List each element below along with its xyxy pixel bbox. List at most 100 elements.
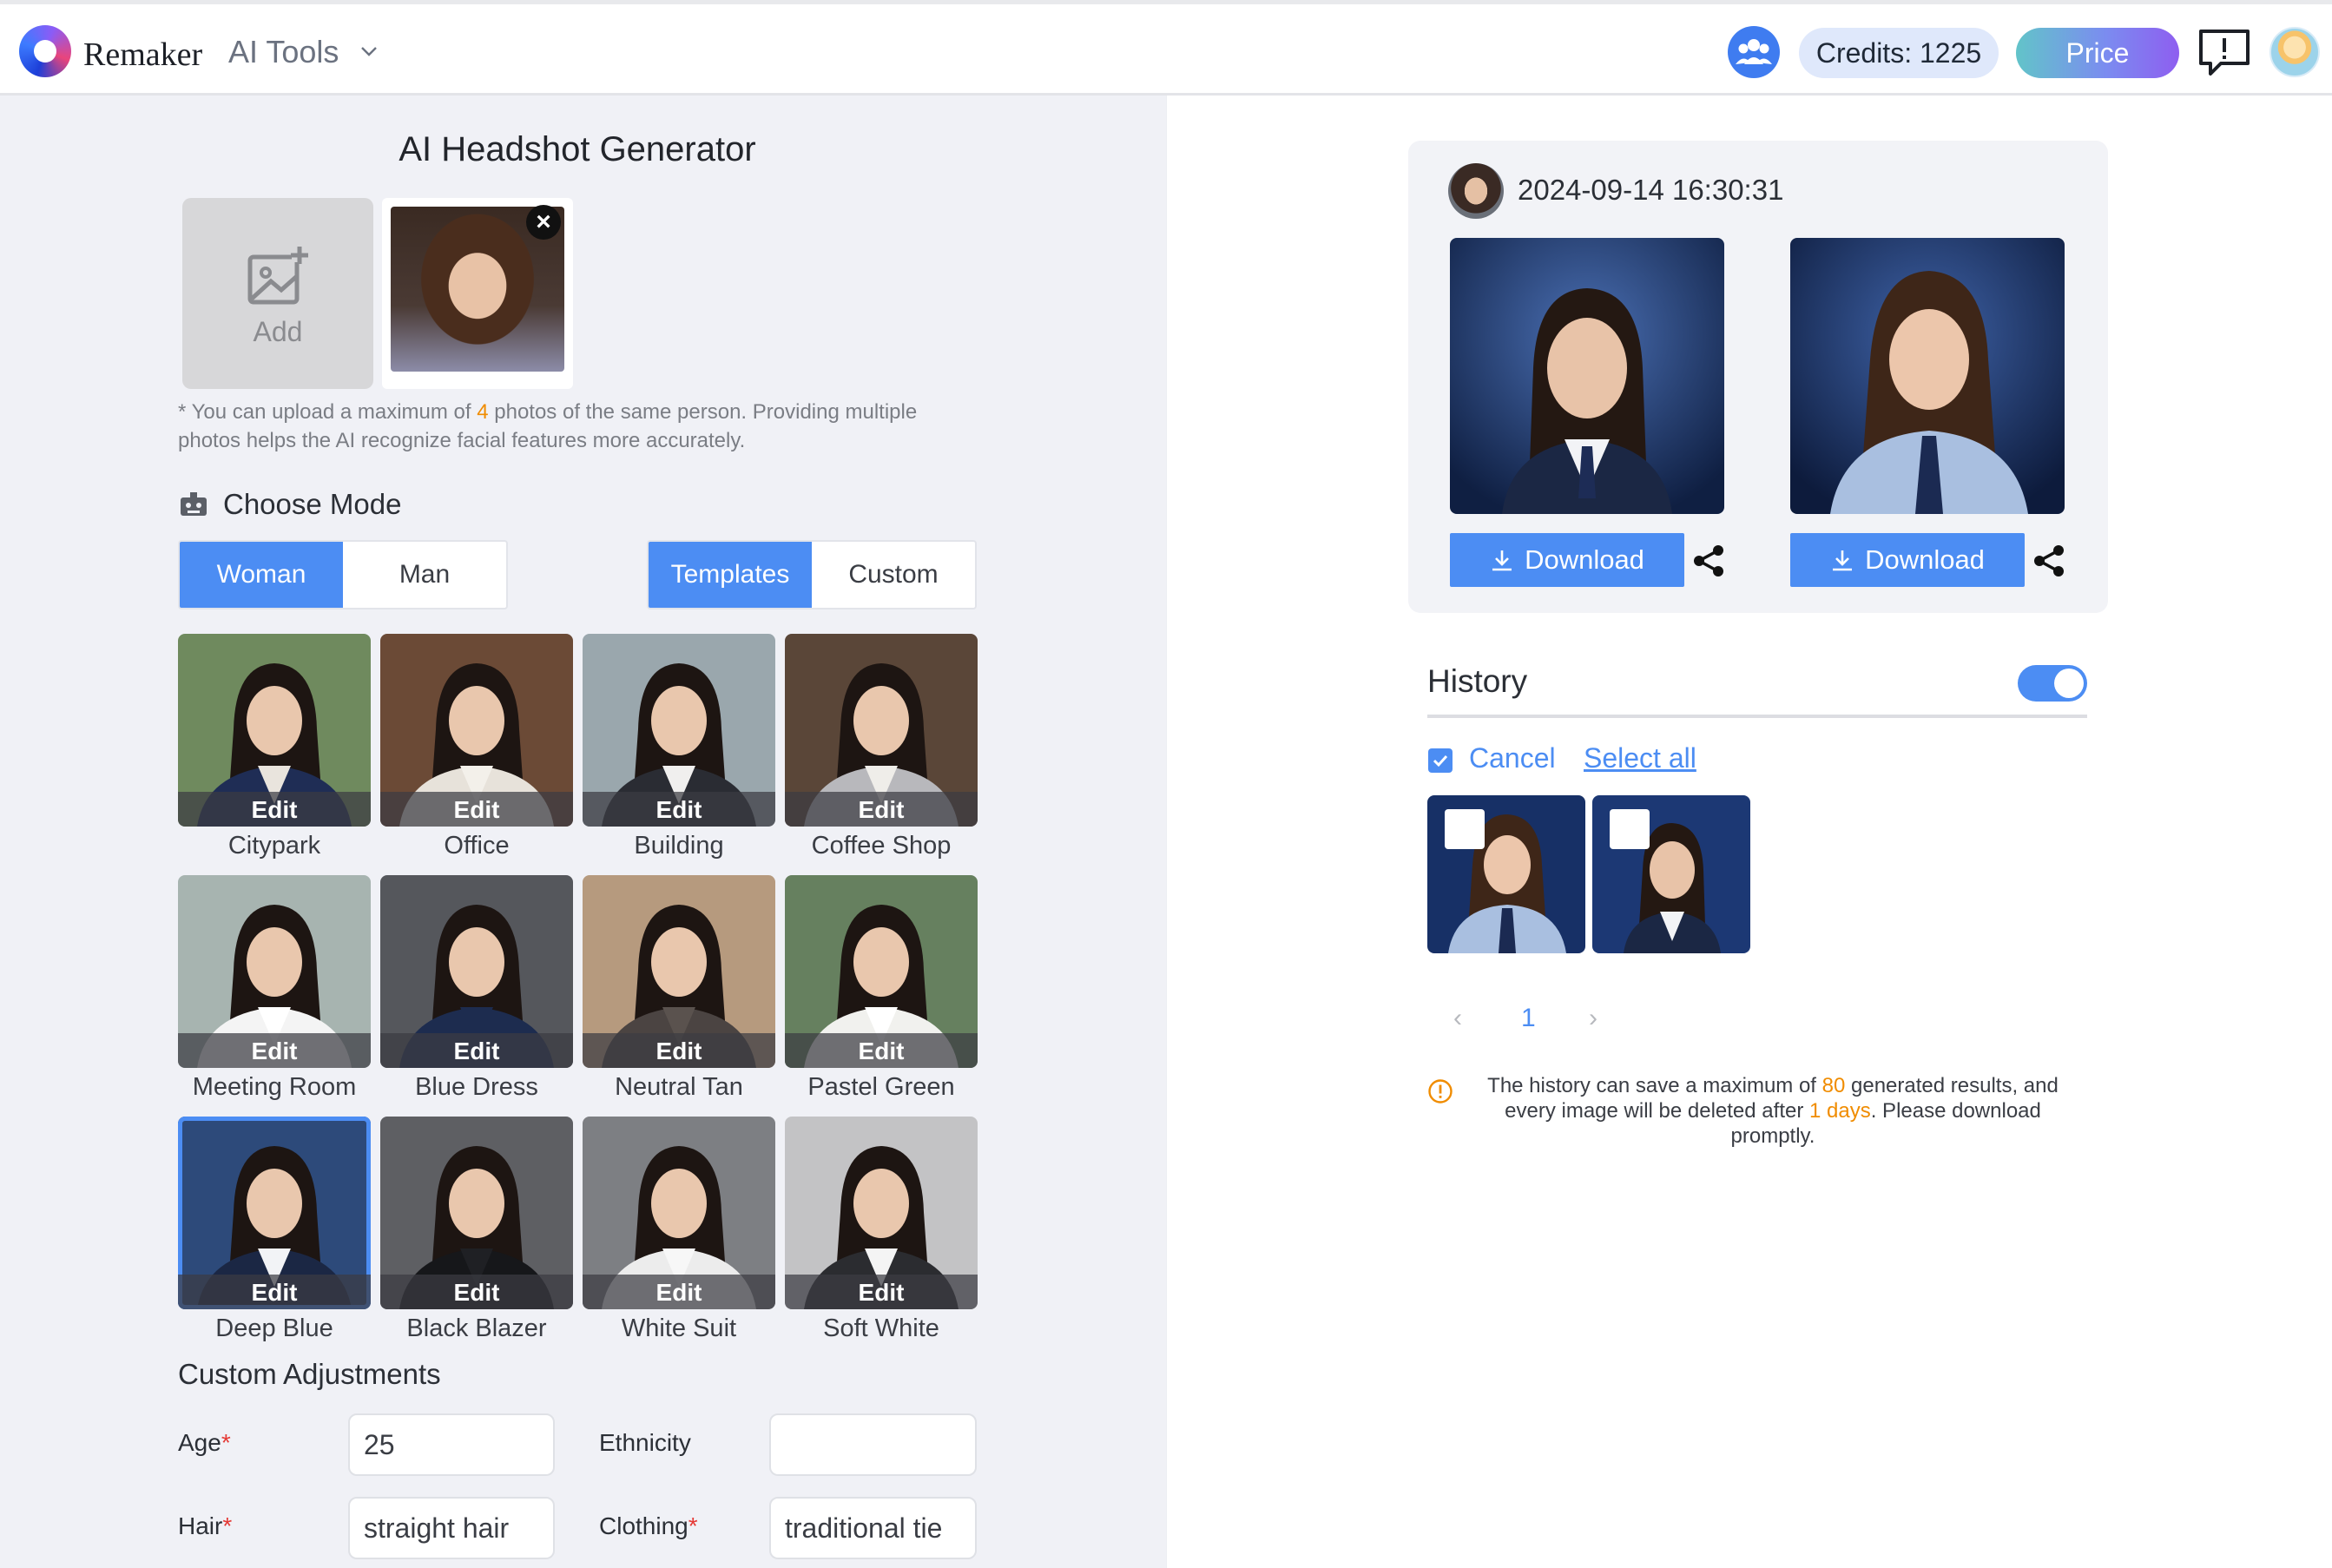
add-photo-button[interactable]: Add bbox=[182, 198, 373, 389]
download-icon bbox=[1833, 550, 1853, 571]
age-label: Age* bbox=[178, 1429, 231, 1456]
edit-template-button[interactable]: Edit bbox=[583, 792, 775, 827]
custom-adjustments-title: Custom Adjustments bbox=[178, 1358, 441, 1390]
edit-template-button[interactable]: Edit bbox=[178, 1275, 371, 1309]
template-name: Office bbox=[444, 832, 510, 860]
history-thumb-2[interactable] bbox=[1592, 795, 1750, 953]
template-photo[interactable]: Edit bbox=[583, 875, 775, 1068]
edit-template-button[interactable]: Edit bbox=[380, 1033, 573, 1068]
template-tile[interactable]: Edit Deep Blue bbox=[178, 1117, 371, 1343]
download-button-1[interactable]: Download bbox=[1450, 533, 1684, 587]
age-input[interactable]: 25 bbox=[348, 1413, 555, 1476]
cancel-link[interactable]: Cancel bbox=[1469, 742, 1556, 774]
mode-type-toggle: Templates Custom bbox=[647, 540, 977, 609]
ethnicity-input[interactable] bbox=[769, 1413, 977, 1476]
community-icon[interactable] bbox=[1728, 26, 1780, 78]
history-toggle[interactable] bbox=[2018, 665, 2087, 702]
template-photo[interactable]: Edit bbox=[178, 1117, 371, 1309]
top-bar: Remaker AI Tools Credits: 1225 Price bbox=[0, 0, 2332, 96]
remove-photo-icon[interactable]: × bbox=[526, 205, 561, 240]
ai-tools-menu[interactable]: AI Tools bbox=[228, 34, 339, 70]
prev-page-button[interactable]: ‹ bbox=[1453, 1004, 1462, 1033]
history-thumb-1[interactable] bbox=[1427, 795, 1585, 953]
template-name: Building bbox=[634, 832, 724, 860]
template-name: Neutral Tan bbox=[615, 1073, 743, 1101]
feedback-icon[interactable] bbox=[2197, 27, 2252, 79]
source-avatar bbox=[1448, 163, 1504, 219]
template-tile[interactable]: Edit Meeting Room bbox=[178, 875, 371, 1102]
edit-template-button[interactable]: Edit bbox=[380, 792, 573, 827]
remaker-logo-icon[interactable] bbox=[19, 25, 71, 77]
history-title: History bbox=[1427, 663, 1528, 699]
download-button-2[interactable]: Download bbox=[1790, 533, 2025, 587]
template-name: Blue Dress bbox=[415, 1073, 538, 1101]
template-tile[interactable]: Edit Pastel Green bbox=[785, 875, 978, 1102]
result-card: 2024-09-14 16:30:31 Download Download bbox=[1408, 141, 2108, 613]
select-checkbox[interactable] bbox=[1428, 748, 1453, 773]
result-image-2[interactable] bbox=[1790, 238, 2065, 514]
template-tile[interactable]: Edit Office bbox=[380, 634, 573, 860]
clothing-input[interactable]: traditional tie bbox=[769, 1497, 977, 1559]
woman-option[interactable]: Woman bbox=[180, 542, 343, 608]
template-name: Deep Blue bbox=[215, 1314, 333, 1342]
hair-label: Hair* bbox=[178, 1512, 233, 1539]
select-all-link[interactable]: Select all bbox=[1584, 742, 1696, 774]
template-photo[interactable]: Edit bbox=[380, 634, 573, 827]
brand-name[interactable]: Remaker bbox=[83, 36, 202, 74]
template-tile[interactable]: Edit Citypark bbox=[178, 634, 371, 860]
edit-template-button[interactable]: Edit bbox=[178, 792, 371, 827]
template-tile[interactable]: Edit Building bbox=[583, 634, 775, 860]
template-photo[interactable]: Edit bbox=[583, 1117, 775, 1309]
edit-template-button[interactable]: Edit bbox=[583, 1275, 775, 1309]
template-tile[interactable]: Edit Blue Dress bbox=[380, 875, 573, 1102]
template-name: Soft White bbox=[823, 1314, 939, 1342]
template-name: Pastel Green bbox=[807, 1073, 955, 1101]
template-photo[interactable]: Edit bbox=[785, 634, 978, 827]
template-name: White Suit bbox=[621, 1314, 737, 1342]
result-image-1[interactable] bbox=[1450, 238, 1724, 514]
template-name: Coffee Shop bbox=[811, 832, 952, 860]
page-title: AI Headshot Generator bbox=[399, 130, 756, 168]
edit-template-button[interactable]: Edit bbox=[785, 1033, 978, 1068]
edit-template-button[interactable]: Edit bbox=[785, 1275, 978, 1309]
gender-toggle: Woman Man bbox=[178, 540, 508, 609]
thumb-checkbox[interactable] bbox=[1445, 809, 1485, 849]
add-label: Add bbox=[253, 316, 303, 347]
man-option[interactable]: Man bbox=[343, 542, 506, 608]
hair-input[interactable]: straight hair bbox=[348, 1497, 555, 1559]
custom-option[interactable]: Custom bbox=[812, 542, 975, 608]
next-page-button[interactable]: › bbox=[1589, 1004, 1597, 1033]
share-icon[interactable] bbox=[2032, 544, 2066, 578]
template-photo[interactable]: Edit bbox=[380, 875, 573, 1068]
template-photo[interactable]: Edit bbox=[178, 634, 371, 827]
template-photo[interactable]: Edit bbox=[178, 875, 371, 1068]
choose-mode-title: Choose Mode bbox=[223, 488, 402, 520]
ethnicity-label: Ethnicity bbox=[599, 1429, 691, 1456]
template-tile[interactable]: Edit Coffee Shop bbox=[785, 634, 978, 860]
template-photo[interactable]: Edit bbox=[785, 1117, 978, 1309]
template-photo[interactable]: Edit bbox=[380, 1117, 573, 1309]
warning-icon bbox=[1428, 1079, 1453, 1104]
page-number[interactable]: 1 bbox=[1521, 1004, 1536, 1033]
add-image-icon bbox=[247, 247, 308, 305]
user-avatar[interactable] bbox=[2269, 27, 2320, 77]
edit-template-button[interactable]: Edit bbox=[178, 1033, 371, 1068]
template-name: Citypark bbox=[227, 832, 321, 860]
edit-template-button[interactable]: Edit bbox=[583, 1033, 775, 1068]
template-tile[interactable]: Edit Neutral Tan bbox=[583, 875, 775, 1102]
edit-template-button[interactable]: Edit bbox=[380, 1275, 573, 1309]
price-button[interactable]: Price bbox=[2016, 28, 2179, 78]
panel-divider bbox=[1166, 96, 1167, 1568]
edit-template-button[interactable]: Edit bbox=[785, 792, 978, 827]
template-tile[interactable]: Edit Soft White bbox=[785, 1117, 978, 1343]
clothing-label: Clothing* bbox=[599, 1512, 698, 1539]
template-tile[interactable]: Edit Black Blazer bbox=[380, 1117, 573, 1343]
thumb-checkbox[interactable] bbox=[1610, 809, 1650, 849]
chevron-down-icon[interactable] bbox=[360, 43, 378, 60]
template-photo[interactable]: Edit bbox=[583, 634, 775, 827]
credits-badge[interactable]: Credits: 1225 bbox=[1799, 28, 1999, 78]
templates-option[interactable]: Templates bbox=[649, 542, 812, 608]
template-photo[interactable]: Edit bbox=[785, 875, 978, 1068]
template-tile[interactable]: Edit White Suit bbox=[583, 1117, 775, 1343]
share-icon[interactable] bbox=[1691, 544, 1726, 578]
